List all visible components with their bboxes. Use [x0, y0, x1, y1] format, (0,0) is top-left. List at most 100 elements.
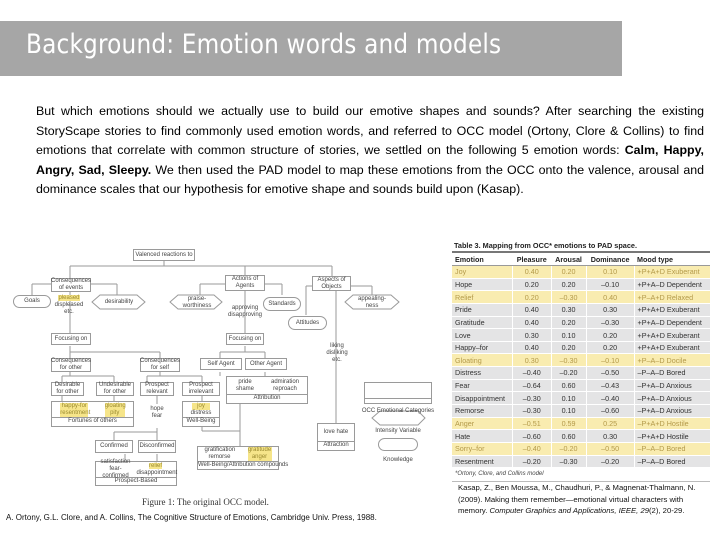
gratitude-anger-highlight: gratitude anger: [247, 447, 272, 461]
pleased-highlight: pleased: [58, 295, 80, 301]
cell-dominance: –0.60: [585, 404, 635, 418]
col-pleasure: Pleasure: [512, 253, 552, 266]
table-row: Fear –0.64 0.60 –0.43 –P+A–D Anxious: [452, 379, 710, 393]
legend-category-box: [364, 382, 432, 404]
relief-group: relief disappointment: [137, 462, 177, 477]
node-valenced-reactions: Valenced reactions to: [133, 249, 195, 261]
node-consequences-self: Consequences for self: [139, 358, 181, 372]
col-dominance: Dominance: [586, 253, 635, 266]
node-prospect-relevant: Prospect relevant: [140, 382, 174, 396]
table-row: Hate –0.60 0.60 0.30 –P+A+D Hostile: [452, 429, 710, 443]
cell-mood-type: –P+A+D Hostile: [633, 417, 710, 431]
node-well-being: joy distress Well-Being: [182, 401, 220, 427]
cell-dominance: 0.20: [585, 328, 635, 342]
slide-title: Background: Emotion words and models: [26, 29, 502, 60]
gloating-highlight: gloating pity: [104, 402, 126, 417]
node-focusing-on-events: Focusing on: [51, 333, 91, 345]
cell-mood-type: –P+A–D Anxious: [633, 404, 710, 418]
node-hope-fear: hope fear: [150, 406, 164, 419]
love-hate: love hate: [323, 429, 349, 436]
cell-mood-type: –P+A–D Anxious: [633, 391, 710, 406]
cell-pleasure: 0.40: [511, 265, 552, 279]
table-row: Pride 0.40 0.30 0.30 +P+A+D Exuberant: [452, 303, 710, 317]
cell-dominance: –0.10: [585, 278, 635, 292]
legend-knowledge-label: Knowledge: [383, 457, 413, 463]
node-pleased: pleased displeased etc.: [54, 295, 84, 316]
cell-arousal: 0.10: [550, 328, 587, 342]
node-focusing-on-agents: Focusing on: [226, 333, 264, 345]
node-desirable-other: Desirable for other: [51, 382, 84, 396]
cell-emotion: Pride: [452, 303, 513, 317]
cell-arousal: 0.30: [550, 303, 587, 317]
node-liking: liking disliking etc.: [326, 343, 348, 363]
cell-emotion: Resentment: [452, 455, 513, 469]
cell-mood-type: –P–A–D Bored: [633, 442, 710, 456]
paragraph-part-1: But which emotions should we actually us…: [36, 104, 704, 157]
table-header-row: Emotion Pleasure Arousal Dominance Mood …: [452, 253, 710, 266]
pride-shame: pride shame: [235, 378, 254, 392]
cell-mood-type: +P+A+D Exuberant: [633, 328, 710, 342]
cell-mood-type: –P+A–D Anxious: [633, 379, 710, 393]
cell-arousal: –0.30: [550, 353, 587, 368]
body-paragraph: But which emotions should we actually us…: [36, 102, 704, 200]
cell-mood-type: +P+A+D Exuberant: [633, 341, 710, 355]
pad-mapping-table: Table 3. Mapping from OCC* emotions to P…: [452, 241, 710, 483]
node-actions-agents: Actions of Agents: [225, 275, 265, 291]
table-row: Gratitude 0.40 0.20 –0.30 +P+A–D Dependent: [452, 316, 710, 330]
cell-pleasure: –0.20: [511, 455, 552, 469]
cell-arousal: 0.20: [550, 265, 587, 279]
cell-dominance: –0.40: [585, 391, 635, 406]
node-self-agent: Self Agent: [200, 358, 242, 370]
table-row: Resentment –0.20 –0.30 –0.20 –P–A–D Bored: [452, 455, 710, 469]
cell-arousal: 0.20: [550, 278, 587, 292]
cell-pleasure: –0.51: [511, 417, 552, 431]
table-row: Relief 0.20 –0.30 0.40 +P–A+D Relaxed: [452, 290, 710, 304]
cell-dominance: –0.30: [585, 316, 635, 330]
kasap-journal: Computer Graphics and Applications, IEEE…: [489, 506, 649, 515]
cell-arousal: 0.10: [550, 404, 587, 418]
cell-mood-type: –P+A+D Hostile: [633, 429, 710, 443]
table-row: Anger –0.51 0.59 0.25 –P+A+D Hostile: [452, 417, 710, 431]
table-title: Table 3. Mapping from OCC* emotions to P…: [452, 241, 710, 253]
cell-emotion: Relief: [452, 290, 513, 304]
admiration-reproach: admiration reproach: [271, 378, 300, 392]
node-approving: approving disapproving: [227, 305, 263, 318]
node-wb-attribution-compounds: gratification remorse gratitude anger We…: [197, 446, 288, 470]
cell-dominance: 0.20: [585, 341, 635, 355]
cell-arousal: –0.20: [550, 442, 587, 456]
cell-dominance: 0.30: [585, 303, 635, 317]
cell-dominance: –0.10: [585, 353, 635, 368]
cell-dominance: –0.43: [585, 379, 635, 393]
cell-pleasure: 0.20: [511, 278, 552, 292]
cell-emotion: Happy–for: [452, 341, 513, 355]
kasap-tail: (2), 20-29.: [649, 506, 685, 515]
cell-dominance: 0.25: [585, 417, 635, 431]
cell-arousal: –0.30: [550, 290, 587, 304]
cell-mood-type: –P–A–D Bored: [633, 366, 710, 380]
table-row: Hope 0.20 0.20 –0.10 +P+A–D Dependent: [452, 278, 710, 292]
cell-pleasure: –0.30: [511, 404, 552, 418]
node-aspects-objects: Aspects of Objects: [312, 276, 351, 291]
node-standards: Standards: [263, 297, 301, 311]
cell-emotion: Hope: [452, 278, 513, 292]
cell-pleasure: 0.40: [511, 341, 552, 355]
node-goals: Goals: [13, 295, 51, 308]
cell-emotion: Distress: [452, 366, 513, 380]
happy-for-highlight: happy-for resentment: [60, 402, 91, 417]
occ-diagram: Valenced reactions to Consequences of ev…: [0, 238, 440, 498]
cell-dominance: 0.40: [585, 290, 635, 304]
node-attribution: pride shame admiration reproach Attribut…: [226, 376, 308, 404]
cell-arousal: 0.20: [550, 316, 587, 330]
table-row: Remorse –0.30 0.10 –0.60 –P+A–D Anxious: [452, 404, 710, 418]
node-consequences-events: Consequences of events: [50, 278, 92, 292]
well-being-label: Well-Being: [183, 417, 219, 426]
cell-dominance: –0.50: [585, 366, 635, 380]
title-bar: Background: Emotion words and models: [0, 21, 622, 76]
legend-knowledge-shape: [378, 438, 418, 451]
cell-emotion: Fear: [452, 379, 513, 393]
cell-arousal: –0.20: [550, 366, 587, 380]
legend-categories-label: OCC Emotional Categories: [361, 408, 435, 414]
node-disconfirmed: Disconfirmed: [138, 440, 176, 453]
table-row: Disappointment –0.30 0.10 –0.40 –P+A–D Anxio…: [452, 391, 710, 406]
node-desirability: desirability: [104, 299, 134, 305]
